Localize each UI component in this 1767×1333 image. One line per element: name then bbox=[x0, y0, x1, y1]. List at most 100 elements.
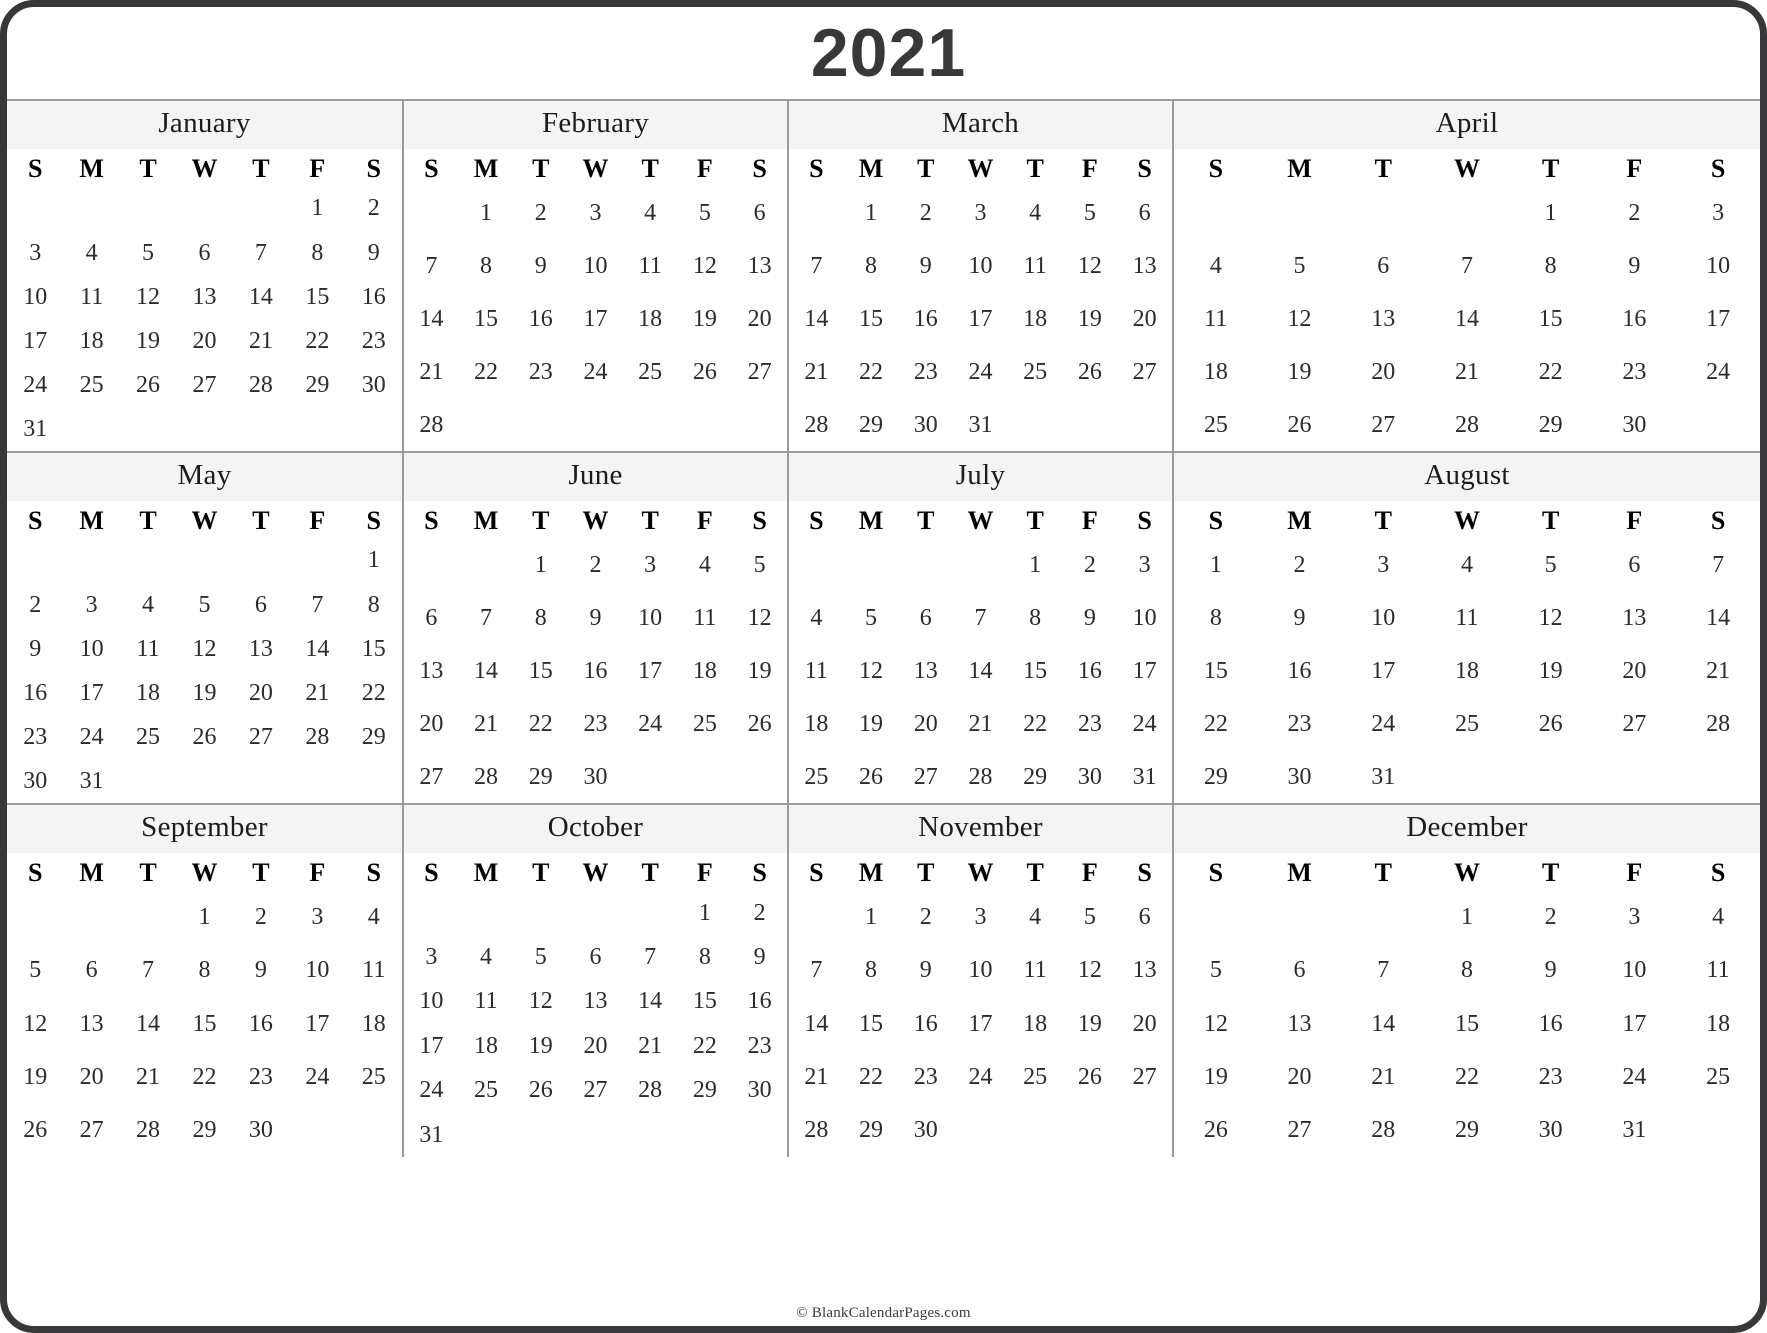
day-cell[interactable]: 19 bbox=[678, 292, 733, 345]
day-cell[interactable]: 2 bbox=[1509, 890, 1593, 943]
day-cell[interactable]: 3 bbox=[289, 890, 345, 943]
day-cell[interactable]: 2 bbox=[233, 890, 289, 943]
day-cell[interactable]: 4 bbox=[346, 890, 402, 943]
day-cell[interactable]: 20 bbox=[568, 1024, 623, 1068]
day-cell[interactable]: 3 bbox=[7, 230, 63, 274]
day-cell[interactable]: 15 bbox=[844, 292, 899, 345]
day-cell[interactable]: 1 bbox=[844, 890, 899, 943]
day-cell[interactable]: 12 bbox=[1258, 292, 1342, 345]
day-cell[interactable]: 23 bbox=[1509, 1050, 1593, 1103]
day-cell[interactable]: 26 bbox=[513, 1068, 568, 1112]
day-cell[interactable]: 11 bbox=[623, 239, 678, 292]
day-cell[interactable]: 17 bbox=[7, 319, 63, 363]
day-cell[interactable]: 31 bbox=[1593, 1104, 1677, 1157]
day-cell[interactable]: 21 bbox=[789, 345, 844, 398]
day-cell[interactable]: 12 bbox=[1174, 997, 1258, 1050]
day-cell[interactable]: 17 bbox=[623, 644, 678, 697]
day-cell[interactable]: 11 bbox=[1008, 944, 1063, 997]
day-cell[interactable]: 3 bbox=[623, 538, 678, 591]
day-cell[interactable]: 21 bbox=[289, 671, 345, 715]
day-cell[interactable]: 26 bbox=[1258, 398, 1342, 451]
day-cell[interactable]: 20 bbox=[1341, 345, 1425, 398]
day-cell[interactable]: 14 bbox=[459, 644, 514, 697]
day-cell[interactable]: 9 bbox=[732, 935, 787, 979]
day-cell[interactable]: 28 bbox=[404, 398, 459, 451]
day-cell[interactable]: 8 bbox=[1425, 944, 1509, 997]
day-cell[interactable]: 13 bbox=[63, 997, 119, 1050]
day-cell[interactable]: 25 bbox=[1008, 1050, 1063, 1103]
day-cell[interactable]: 25 bbox=[63, 363, 119, 407]
day-cell[interactable]: 11 bbox=[1676, 944, 1760, 997]
day-cell[interactable]: 24 bbox=[1676, 345, 1760, 398]
day-cell[interactable]: 19 bbox=[1258, 345, 1342, 398]
day-cell[interactable]: 1 bbox=[513, 538, 568, 591]
day-cell[interactable]: 18 bbox=[1008, 997, 1063, 1050]
day-cell[interactable]: 10 bbox=[63, 627, 119, 671]
day-cell[interactable]: 28 bbox=[289, 715, 345, 759]
day-cell[interactable]: 3 bbox=[1341, 538, 1425, 591]
day-cell[interactable]: 15 bbox=[1509, 292, 1593, 345]
day-cell[interactable]: 17 bbox=[1117, 644, 1172, 697]
day-cell[interactable]: 11 bbox=[789, 644, 844, 697]
day-cell[interactable]: 26 bbox=[1509, 697, 1593, 750]
day-cell[interactable]: 18 bbox=[789, 697, 844, 750]
day-cell[interactable]: 6 bbox=[898, 591, 953, 644]
day-cell[interactable]: 6 bbox=[1258, 944, 1342, 997]
day-cell[interactable]: 18 bbox=[459, 1024, 514, 1068]
day-cell[interactable]: 2 bbox=[1593, 186, 1677, 239]
day-cell[interactable]: 20 bbox=[898, 697, 953, 750]
day-cell[interactable]: 23 bbox=[1063, 697, 1118, 750]
day-cell[interactable]: 28 bbox=[623, 1068, 678, 1112]
day-cell[interactable]: 7 bbox=[953, 591, 1008, 644]
day-cell[interactable]: 8 bbox=[346, 582, 402, 626]
day-cell[interactable]: 19 bbox=[844, 697, 899, 750]
day-cell[interactable]: 27 bbox=[1258, 1104, 1342, 1157]
day-cell[interactable]: 5 bbox=[513, 935, 568, 979]
day-cell[interactable]: 28 bbox=[1425, 398, 1509, 451]
day-cell[interactable]: 30 bbox=[346, 363, 402, 407]
day-cell[interactable]: 15 bbox=[1008, 644, 1063, 697]
day-cell[interactable]: 8 bbox=[176, 944, 232, 997]
day-cell[interactable]: 26 bbox=[7, 1104, 63, 1157]
day-cell[interactable]: 18 bbox=[1425, 644, 1509, 697]
day-cell[interactable]: 27 bbox=[1593, 697, 1677, 750]
day-cell[interactable]: 27 bbox=[63, 1104, 119, 1157]
day-cell[interactable]: 14 bbox=[789, 997, 844, 1050]
day-cell[interactable]: 30 bbox=[233, 1104, 289, 1157]
day-cell[interactable]: 8 bbox=[1174, 591, 1258, 644]
day-cell[interactable]: 6 bbox=[1341, 239, 1425, 292]
day-cell[interactable]: 10 bbox=[1676, 239, 1760, 292]
day-cell[interactable]: 14 bbox=[233, 275, 289, 319]
day-cell[interactable]: 17 bbox=[953, 997, 1008, 1050]
day-cell[interactable]: 17 bbox=[1341, 644, 1425, 697]
day-cell[interactable]: 1 bbox=[1008, 538, 1063, 591]
day-cell[interactable]: 22 bbox=[1008, 697, 1063, 750]
day-cell[interactable]: 24 bbox=[953, 1050, 1008, 1103]
day-cell[interactable]: 8 bbox=[1509, 239, 1593, 292]
day-cell[interactable]: 7 bbox=[233, 230, 289, 274]
day-cell[interactable]: 11 bbox=[1425, 591, 1509, 644]
day-cell[interactable]: 1 bbox=[459, 186, 514, 239]
day-cell[interactable]: 4 bbox=[459, 935, 514, 979]
day-cell[interactable]: 1 bbox=[1425, 890, 1509, 943]
day-cell[interactable]: 29 bbox=[844, 1104, 899, 1157]
day-cell[interactable]: 12 bbox=[678, 239, 733, 292]
day-cell[interactable]: 18 bbox=[63, 319, 119, 363]
day-cell[interactable]: 14 bbox=[1341, 997, 1425, 1050]
day-cell[interactable]: 16 bbox=[568, 644, 623, 697]
day-cell[interactable]: 14 bbox=[1425, 292, 1509, 345]
day-cell[interactable]: 3 bbox=[1676, 186, 1760, 239]
day-cell[interactable]: 30 bbox=[568, 750, 623, 803]
day-cell[interactable]: 22 bbox=[289, 319, 345, 363]
day-cell[interactable]: 16 bbox=[233, 997, 289, 1050]
day-cell[interactable]: 6 bbox=[233, 582, 289, 626]
day-cell[interactable]: 29 bbox=[1174, 750, 1258, 803]
day-cell[interactable]: 19 bbox=[120, 319, 176, 363]
day-cell[interactable]: 17 bbox=[568, 292, 623, 345]
day-cell[interactable]: 29 bbox=[1509, 398, 1593, 451]
day-cell[interactable]: 20 bbox=[176, 319, 232, 363]
day-cell[interactable]: 13 bbox=[568, 979, 623, 1023]
day-cell[interactable]: 21 bbox=[233, 319, 289, 363]
day-cell[interactable]: 29 bbox=[289, 363, 345, 407]
day-cell[interactable]: 6 bbox=[568, 935, 623, 979]
